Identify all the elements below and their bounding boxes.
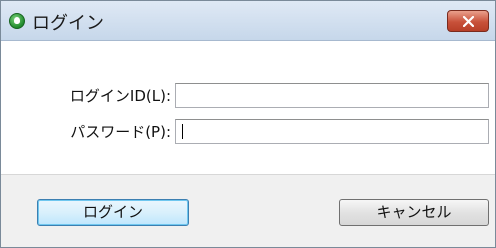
login-id-field[interactable] <box>175 83 489 108</box>
close-icon <box>463 16 474 27</box>
form-area: ログインID(L): パスワード(P): <box>1 41 495 175</box>
button-bar: ログイン キャンセル <box>1 175 495 247</box>
window-title: ログイン <box>32 13 104 34</box>
login-dialog: ログイン ログインID(L): パスワード(P): ログイン キャンセル <box>0 0 496 248</box>
login-id-label: ログインID(L): <box>69 87 171 105</box>
password-field[interactable] <box>175 119 489 144</box>
text-caret <box>182 124 183 139</box>
cancel-button[interactable]: キャンセル <box>339 199 489 226</box>
password-label: パスワード(P): <box>70 123 171 141</box>
login-button[interactable]: ログイン <box>37 199 189 226</box>
app-icon <box>9 13 25 29</box>
title-bar[interactable]: ログイン <box>1 1 495 41</box>
close-button[interactable] <box>447 10 489 32</box>
